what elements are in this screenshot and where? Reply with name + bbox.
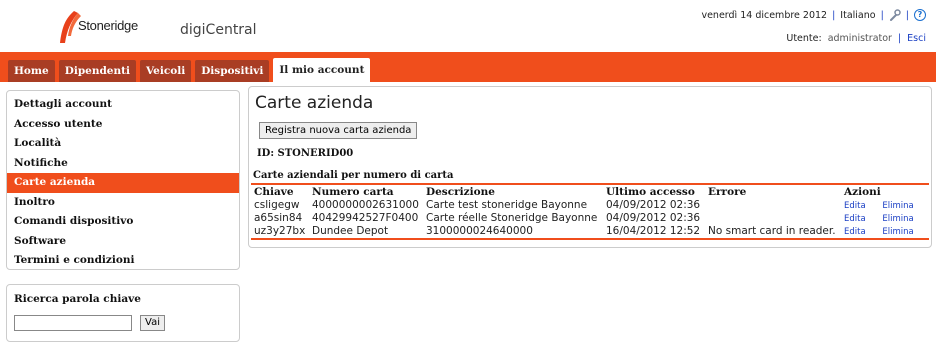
main-panel: Carte azienda Registra nuova carta azien… [248, 86, 932, 248]
search-input[interactable] [14, 315, 132, 331]
cell-last-access: 04/09/2012 02:36 [606, 211, 701, 224]
col-header-descrizione: Descrizione [423, 183, 603, 198]
cell-key: uz3y27bx [251, 224, 309, 240]
tab-dipendenti[interactable]: Dipendenti [58, 60, 136, 82]
sidebar-item-software[interactable]: Software [7, 232, 239, 252]
delete-link[interactable]: Elimina [882, 227, 913, 237]
delete-link[interactable]: Elimina [882, 201, 913, 211]
col-header-errore: Errore [705, 183, 841, 198]
cell-actions: Edita Elimina [841, 224, 929, 240]
nav-tabs: Home Dipendenti Veicoli Dispositivi Il m… [8, 58, 371, 82]
company-id: ID: STONERID00 [257, 148, 354, 159]
cell-error [705, 198, 841, 211]
table-row: csligegw 4000000002631000 Carte test sto… [251, 198, 929, 211]
col-header-ultimo-accesso: Ultimo accesso [603, 183, 705, 198]
separator: | [880, 9, 884, 21]
sidebar-item-comandi-dispositivo[interactable]: Comandi dispositivo [7, 212, 239, 232]
cell-description: Carte test stoneridge Bayonne [426, 198, 588, 211]
page-title: Carte azienda [255, 93, 374, 113]
sidebar: Dettagli account Accesso utente Località… [6, 90, 240, 270]
sidebar-item-localita[interactable]: Località [7, 134, 239, 154]
user-label: Utente: [786, 33, 822, 44]
cell-description: 3100000024640000 [423, 224, 603, 240]
section-title: Carte aziendali per numero di carta [253, 170, 454, 181]
user-name: administrator [827, 33, 892, 44]
keyword-search-panel: Ricerca parola chiave Vai [6, 284, 240, 342]
sidebar-item-inoltro[interactable]: Inoltro [7, 193, 239, 213]
cell-actions: Edita Elimina [841, 211, 929, 224]
col-header-numero: Numero carta [309, 183, 423, 198]
cell-key: a65sin84 [254, 211, 303, 224]
edit-link[interactable]: Edita [844, 214, 866, 224]
cell-number: 40429942527F0400 [312, 211, 419, 224]
help-icon[interactable]: ? [914, 9, 926, 21]
separator: | [905, 9, 909, 21]
tab-il-mio-account[interactable]: Il mio account [273, 58, 371, 82]
sidebar-item-accesso-utente[interactable]: Accesso utente [7, 115, 239, 135]
sidebar-item-dettagli-account[interactable]: Dettagli account [7, 95, 239, 115]
col-header-chiave: Chiave [251, 183, 309, 198]
cell-last-access: 16/04/2012 12:52 [603, 224, 705, 240]
cell-error: No smart card in reader. [705, 224, 841, 240]
edit-link[interactable]: Edita [844, 227, 866, 237]
cell-error [705, 211, 841, 224]
delete-link[interactable]: Elimina [882, 214, 913, 224]
sidebar-item-termini-condizioni[interactable]: Termini e condizioni [7, 251, 239, 271]
cell-description: Carte réelle Stoneridge Bayonne [426, 211, 598, 224]
cell-key: csligegw [254, 198, 300, 211]
nav-bar: Home Dipendenti Veicoli Dispositivi Il m… [0, 52, 936, 82]
logout-link[interactable]: Esci [907, 33, 926, 44]
search-title: Ricerca parola chiave [14, 293, 141, 305]
cell-actions: Edita Elimina [841, 198, 929, 211]
header-utility: venerdì 14 dicembre 2012 | Italiano | | … [701, 6, 926, 44]
separator: | [897, 33, 902, 44]
cell-last-access: 04/09/2012 02:36 [606, 198, 701, 211]
current-date: venerdì 14 dicembre 2012 [701, 9, 828, 21]
table-row: uz3y27bx Dundee Depot 3100000024640000 1… [251, 224, 929, 240]
app-name: digiCentral [180, 22, 257, 38]
tab-home[interactable]: Home [8, 60, 55, 82]
logo-text: Stoneridge [78, 18, 138, 33]
wrench-icon[interactable] [889, 9, 901, 21]
table-header-row: Chiave Numero carta Descrizione Ultimo a… [251, 183, 929, 198]
language-link[interactable]: Italiano [840, 10, 875, 21]
cell-number: 4000000002631000 [312, 198, 419, 211]
table-row: a65sin84 40429942527F0400 Carte réelle S… [251, 211, 929, 224]
separator: | [832, 9, 836, 21]
col-header-azioni: Azioni [841, 183, 929, 198]
header: Stoneridge digiCentral venerdì 14 dicemb… [0, 0, 936, 52]
stoneridge-logo[interactable]: Stoneridge [56, 8, 148, 44]
tab-veicoli[interactable]: Veicoli [139, 60, 192, 82]
sidebar-item-carte-azienda[interactable]: Carte azienda [7, 173, 239, 193]
search-button[interactable]: Vai [140, 315, 165, 331]
sidebar-item-notifiche[interactable]: Notifiche [7, 154, 239, 174]
tab-dispositivi[interactable]: Dispositivi [195, 60, 270, 82]
register-card-button[interactable]: Registra nuova carta azienda [259, 122, 418, 139]
cell-number: Dundee Depot [309, 224, 423, 240]
edit-link[interactable]: Edita [844, 201, 866, 211]
cards-table: Chiave Numero carta Descrizione Ultimo a… [251, 183, 929, 240]
